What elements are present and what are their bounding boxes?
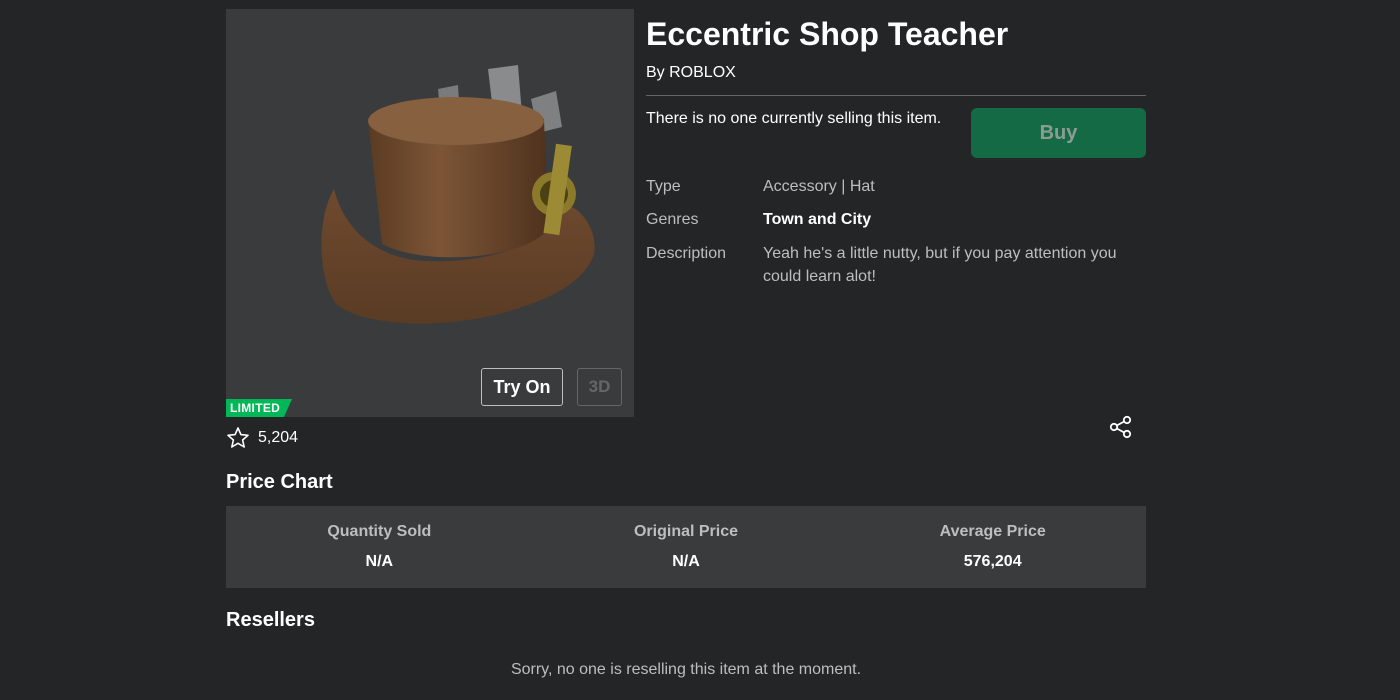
description-value: Yeah he's a little nutty, but if you pay… xyxy=(763,245,1117,285)
item-thumbnail: Try On 3D xyxy=(226,9,634,417)
average-price-stat: Average Price 576,204 xyxy=(839,506,1146,588)
limited-badge-label: LIMITED xyxy=(226,399,285,417)
average-price-label: Average Price xyxy=(939,523,1046,540)
no-resellers-message: Sorry, no one is reselling this item at … xyxy=(510,661,862,678)
star-icon xyxy=(227,427,249,448)
resellers-title: Resellers xyxy=(226,609,315,631)
creator-line: By ROBLOX xyxy=(646,64,736,82)
price-chart-title: Price Chart xyxy=(226,471,333,493)
quantity-sold-label: Quantity Sold xyxy=(327,523,432,540)
creator-link[interactable]: ROBLOX xyxy=(669,64,736,81)
buy-button[interactable]: Buy xyxy=(971,108,1146,158)
genres-value[interactable]: Town and City xyxy=(763,208,871,231)
favorite-button[interactable]: 5,204 xyxy=(226,426,298,450)
original-price-value: N/A xyxy=(672,553,700,570)
genres-label: Genres xyxy=(646,211,699,228)
limited-badge-tail xyxy=(284,399,293,417)
header-divider xyxy=(646,95,1146,96)
original-price-label: Original Price xyxy=(633,523,739,540)
limited-badge: LIMITED xyxy=(226,399,293,417)
try-on-button[interactable]: Try On xyxy=(481,368,563,406)
quantity-sold-value: N/A xyxy=(365,553,394,570)
creator-by-label: By xyxy=(646,64,665,81)
favorite-count: 5,204 xyxy=(258,429,299,446)
original-price-stat: Original Price N/A xyxy=(533,506,840,588)
no-sellers-message: There is no one currently selling this i… xyxy=(646,110,942,127)
view-3d-button[interactable]: 3D xyxy=(577,368,622,406)
item-details-page: Try On 3D LIMITED 5,204 Eccentric Shop T… xyxy=(0,0,1400,700)
description-label: Description xyxy=(646,245,727,262)
share-icon[interactable] xyxy=(1108,414,1134,440)
type-label: Type xyxy=(646,178,681,195)
price-chart-panel: Quantity Sold N/A Original Price N/A Ave… xyxy=(226,506,1146,588)
item-title: Eccentric Shop Teacher xyxy=(646,16,1009,52)
quantity-sold-stat: Quantity Sold N/A xyxy=(226,506,533,588)
type-value: Accessory | Hat xyxy=(763,178,875,195)
average-price-value: 576,204 xyxy=(963,553,1022,570)
hat-image xyxy=(321,65,595,324)
